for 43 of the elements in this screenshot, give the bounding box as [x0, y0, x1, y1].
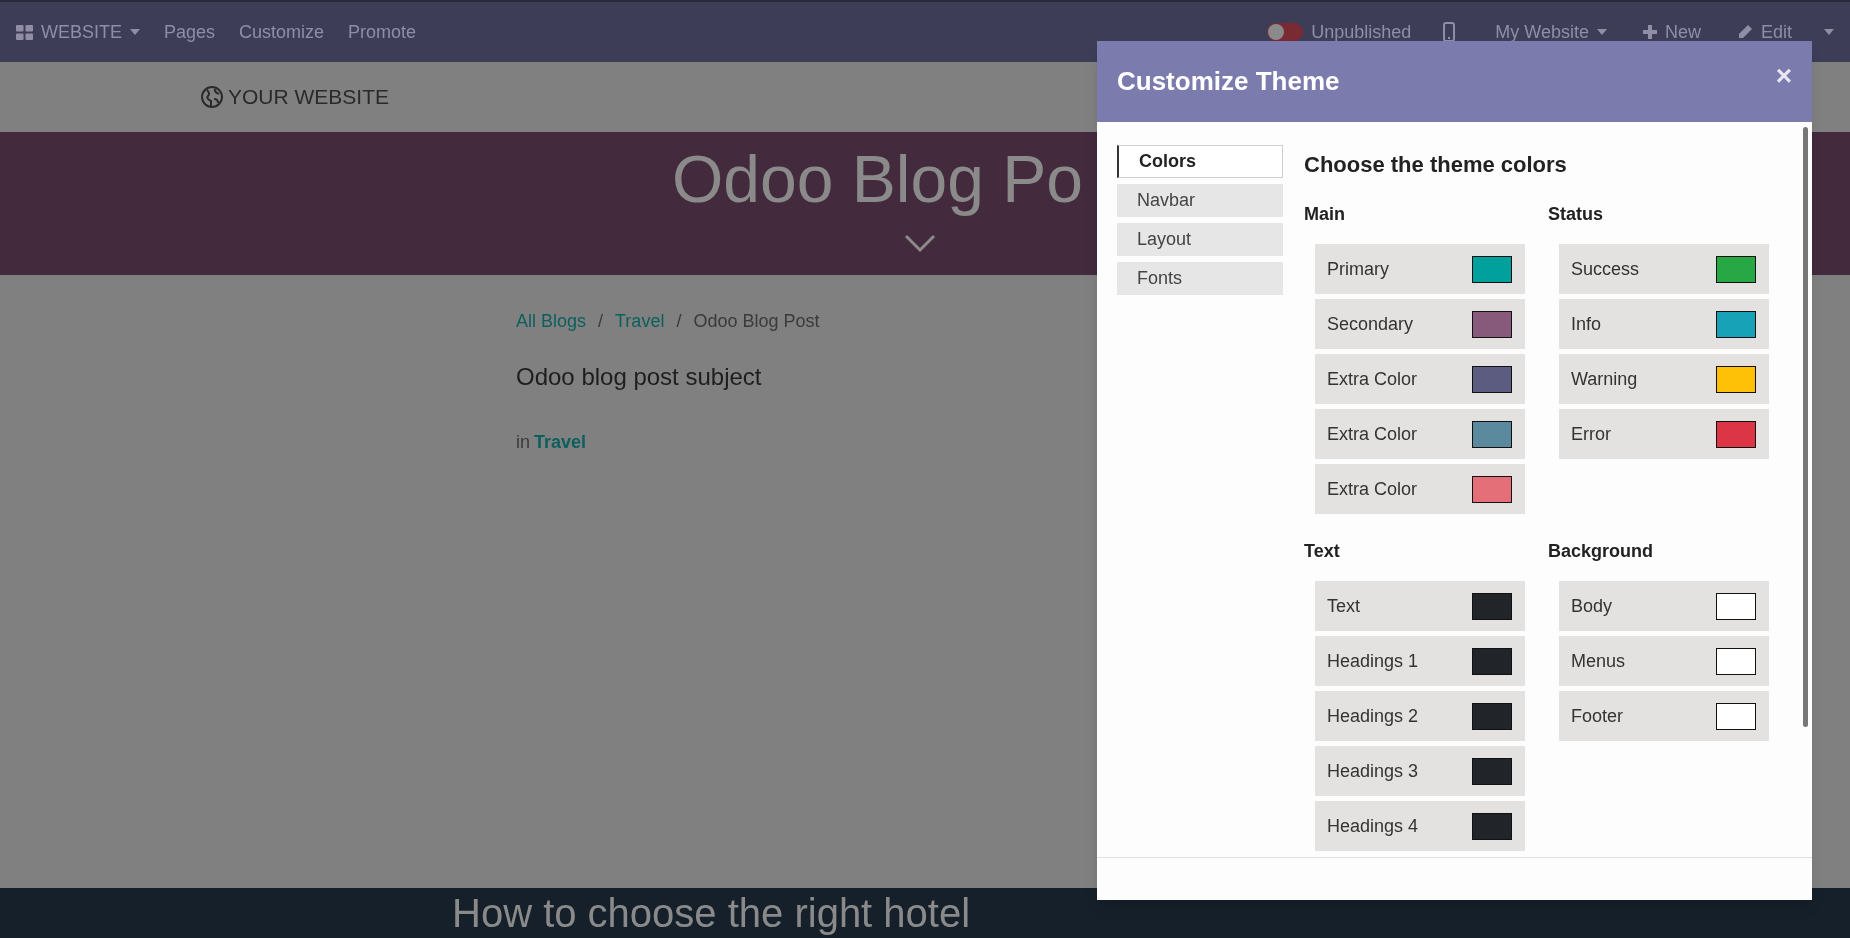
group-title: Main [1304, 203, 1345, 226]
color-option[interactable]: Headings 3 [1315, 746, 1525, 796]
color-option[interactable]: Headings 1 [1315, 636, 1525, 686]
color-option[interactable]: Error [1559, 409, 1769, 459]
color-option[interactable]: Primary [1315, 244, 1525, 294]
color-option[interactable]: Secondary [1315, 299, 1525, 349]
color-option[interactable]: Headings 4 [1315, 801, 1525, 851]
breadcrumb-current: Odoo Blog Post [693, 310, 820, 333]
group-title: Background [1548, 540, 1653, 563]
color-option[interactable]: Success [1559, 244, 1769, 294]
caret-icon [1596, 29, 1607, 35]
theme-tab[interactable]: Layout [1117, 223, 1283, 256]
color-option[interactable]: Headings 2 [1315, 691, 1525, 741]
color-option[interactable]: Footer [1559, 691, 1769, 741]
globe-icon [200, 85, 224, 109]
theme-tab[interactable]: Navbar [1117, 184, 1283, 217]
section-heading: Choose the theme colors [1304, 151, 1567, 179]
theme-tab[interactable]: Fonts [1117, 262, 1283, 295]
next-post-title: How to choose the right hotel [452, 890, 972, 937]
plus-icon [1642, 25, 1657, 39]
color-option[interactable]: Text [1315, 581, 1525, 631]
category-prefix: in [516, 431, 530, 454]
site-logo[interactable]: YOUR WEBSITE [200, 81, 390, 113]
breadcrumb-separator: / [598, 310, 604, 333]
dialog-title: Customize Theme [1117, 65, 1340, 98]
mobile-phone-icon[interactable] [1443, 22, 1456, 42]
caret-icon [130, 29, 140, 35]
grid-icon [16, 24, 33, 40]
color-option[interactable]: Extra Color [1315, 409, 1525, 459]
color-option[interactable]: Info [1559, 299, 1769, 349]
color-option[interactable]: Extra Color [1315, 354, 1525, 404]
color-option[interactable]: Body [1559, 581, 1769, 631]
chevron-down-icon[interactable] [904, 234, 936, 252]
scrollbar[interactable] [1803, 127, 1808, 727]
caret-icon [1824, 29, 1834, 35]
color-option[interactable]: Menus [1559, 636, 1769, 686]
color-option[interactable]: Extra Color [1315, 464, 1525, 514]
theme-tab[interactable]: Colors [1117, 145, 1283, 178]
group-title: Text [1304, 540, 1340, 563]
color-option[interactable]: Warning [1559, 354, 1769, 404]
group-title: Status [1548, 203, 1603, 226]
breadcrumb-separator: / [676, 310, 682, 333]
post-subtitle: Odoo blog post subject [516, 362, 762, 392]
